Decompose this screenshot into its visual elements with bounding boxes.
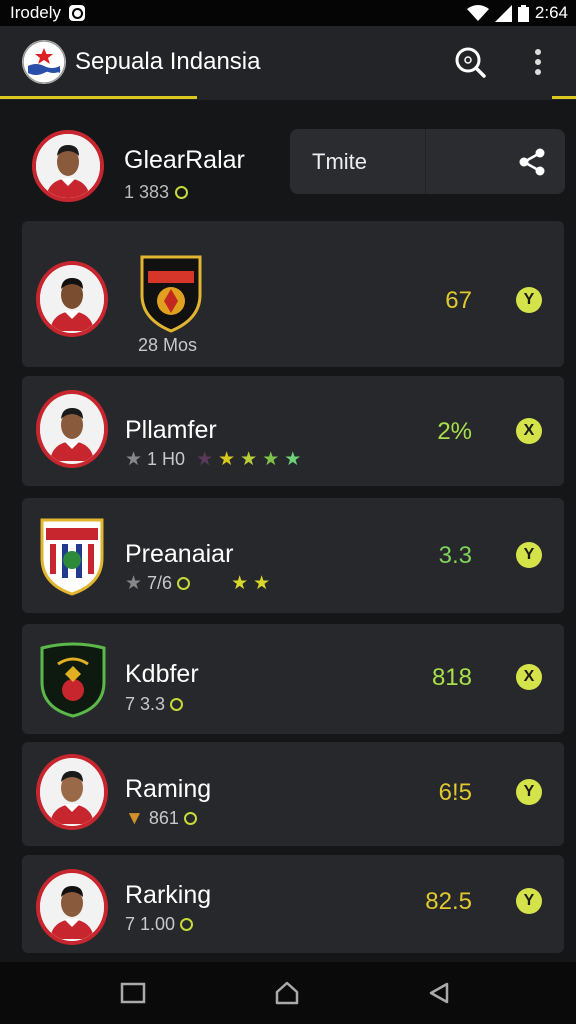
score: 6!5 [438, 779, 472, 806]
club-stat: 7 3.3 [125, 694, 166, 714]
team-meta: 28 Mos [138, 335, 198, 355]
avatar [36, 869, 108, 945]
star-icon: ★ [262, 449, 280, 470]
more-options-button[interactable] [523, 42, 553, 82]
app-logo [22, 40, 66, 84]
avatar [36, 390, 108, 468]
score: 67 [445, 287, 472, 314]
select-toggle[interactable]: Y [516, 287, 542, 313]
rank-star-icon: ★ [125, 449, 143, 470]
player-meta: ★ 1 H0 ★ ★ ★ ★ ★ [125, 449, 301, 470]
club-crest [40, 518, 104, 596]
list-item[interactable]: Preanaiar ★ 7/6 ★ ★ 3.3 Y [22, 498, 564, 613]
more-vert-icon [535, 49, 541, 75]
player-count: 1 383 [124, 182, 170, 202]
select-toggle[interactable]: X [516, 418, 542, 444]
score: 82.5 [425, 888, 472, 915]
avatar [36, 754, 108, 830]
score: 2% [437, 418, 472, 445]
coin-icon [180, 918, 194, 931]
coin-icon [177, 577, 191, 590]
player-stat: 7 1.00 [125, 914, 176, 934]
list-item[interactable]: 28 Mos 67 Y [22, 221, 564, 367]
club-meta: 7 3.3 [125, 694, 184, 715]
clock: 2:64 [534, 3, 568, 22]
search-icon [455, 47, 486, 78]
player-stat: 1 H0 [147, 449, 186, 469]
status-right: 2:64 [466, 3, 568, 23]
star-icon: ★ [284, 449, 302, 470]
share-button[interactable] [515, 145, 549, 179]
player-name: Raming [125, 775, 212, 803]
list-item[interactable]: Kdbfer 7 3.3 818 X [22, 624, 564, 734]
home-icon [275, 981, 299, 1005]
wifi-icon [466, 4, 489, 21]
star-icon: ★ [240, 449, 258, 470]
coin-icon [175, 186, 189, 199]
star-icon: ★ [196, 449, 214, 470]
player-meta: ▼ 861 [125, 808, 197, 829]
battery-icon [517, 4, 529, 22]
share-icon [519, 148, 545, 176]
action-panel: Tmite [290, 129, 565, 194]
player-name[interactable]: GlearRalar [124, 146, 245, 175]
avatar[interactable] [32, 130, 104, 202]
recents-button[interactable] [118, 978, 148, 1008]
club-name: Preanaiar [125, 540, 234, 568]
divider [425, 129, 426, 194]
select-toggle[interactable]: Y [516, 779, 542, 805]
rank-chevron-icon: ▼ [125, 808, 144, 829]
signal-icon [494, 4, 512, 22]
recents-icon [120, 982, 146, 1004]
player-meta: 1 383 [124, 182, 189, 203]
team-crest [140, 255, 202, 333]
system-nav-bar [0, 962, 576, 1024]
club-crest [40, 642, 106, 718]
player-stat: 861 [148, 808, 179, 828]
tab-indicator-right [552, 96, 576, 99]
score: 818 [431, 664, 472, 691]
status-left: Irodely [10, 3, 86, 23]
club-name: Kdbfer [125, 660, 199, 688]
status-bar: Irodely 2:64 [0, 0, 576, 26]
list-item[interactable]: Rarking 7 1.00 82.5 Y [22, 855, 564, 953]
app-title: Sepuala Indansia [75, 48, 261, 75]
list-item[interactable]: Raming ▼ 861 6!5 Y [22, 742, 564, 846]
tab-indicator [0, 96, 197, 99]
player-name: Rarking [125, 881, 212, 909]
app-bar: Sepuala Indansia [0, 26, 576, 100]
star-icon: ★ [231, 573, 249, 594]
select-toggle[interactable]: X [516, 664, 542, 690]
avatar [36, 261, 108, 337]
club-meta: ★ 7/6 ★ ★ [125, 573, 270, 594]
select-toggle[interactable]: Y [516, 542, 542, 568]
select-toggle[interactable]: Y [516, 888, 542, 914]
player-meta: 7 1.00 [125, 914, 194, 935]
score: 3.3 [438, 542, 472, 569]
rank-star-icon: ★ [125, 573, 143, 594]
home-button[interactable] [272, 978, 302, 1008]
back-icon [429, 982, 449, 1004]
star-icon: ★ [253, 573, 271, 594]
back-button[interactable] [424, 978, 454, 1008]
carrier-label: Irodely [10, 3, 62, 22]
coin-icon [170, 698, 184, 711]
action-label[interactable]: Tmite [312, 149, 367, 175]
coin-icon [183, 812, 197, 825]
list-item[interactable]: Pllamfer ★ 1 H0 ★ ★ ★ ★ ★ 2% X [22, 376, 564, 486]
player-name: Pllamfer [125, 416, 217, 444]
notification-icon [69, 5, 86, 21]
search-button[interactable] [450, 42, 490, 82]
club-stat: 7/6 [147, 573, 173, 593]
star-icon: ★ [218, 449, 236, 470]
